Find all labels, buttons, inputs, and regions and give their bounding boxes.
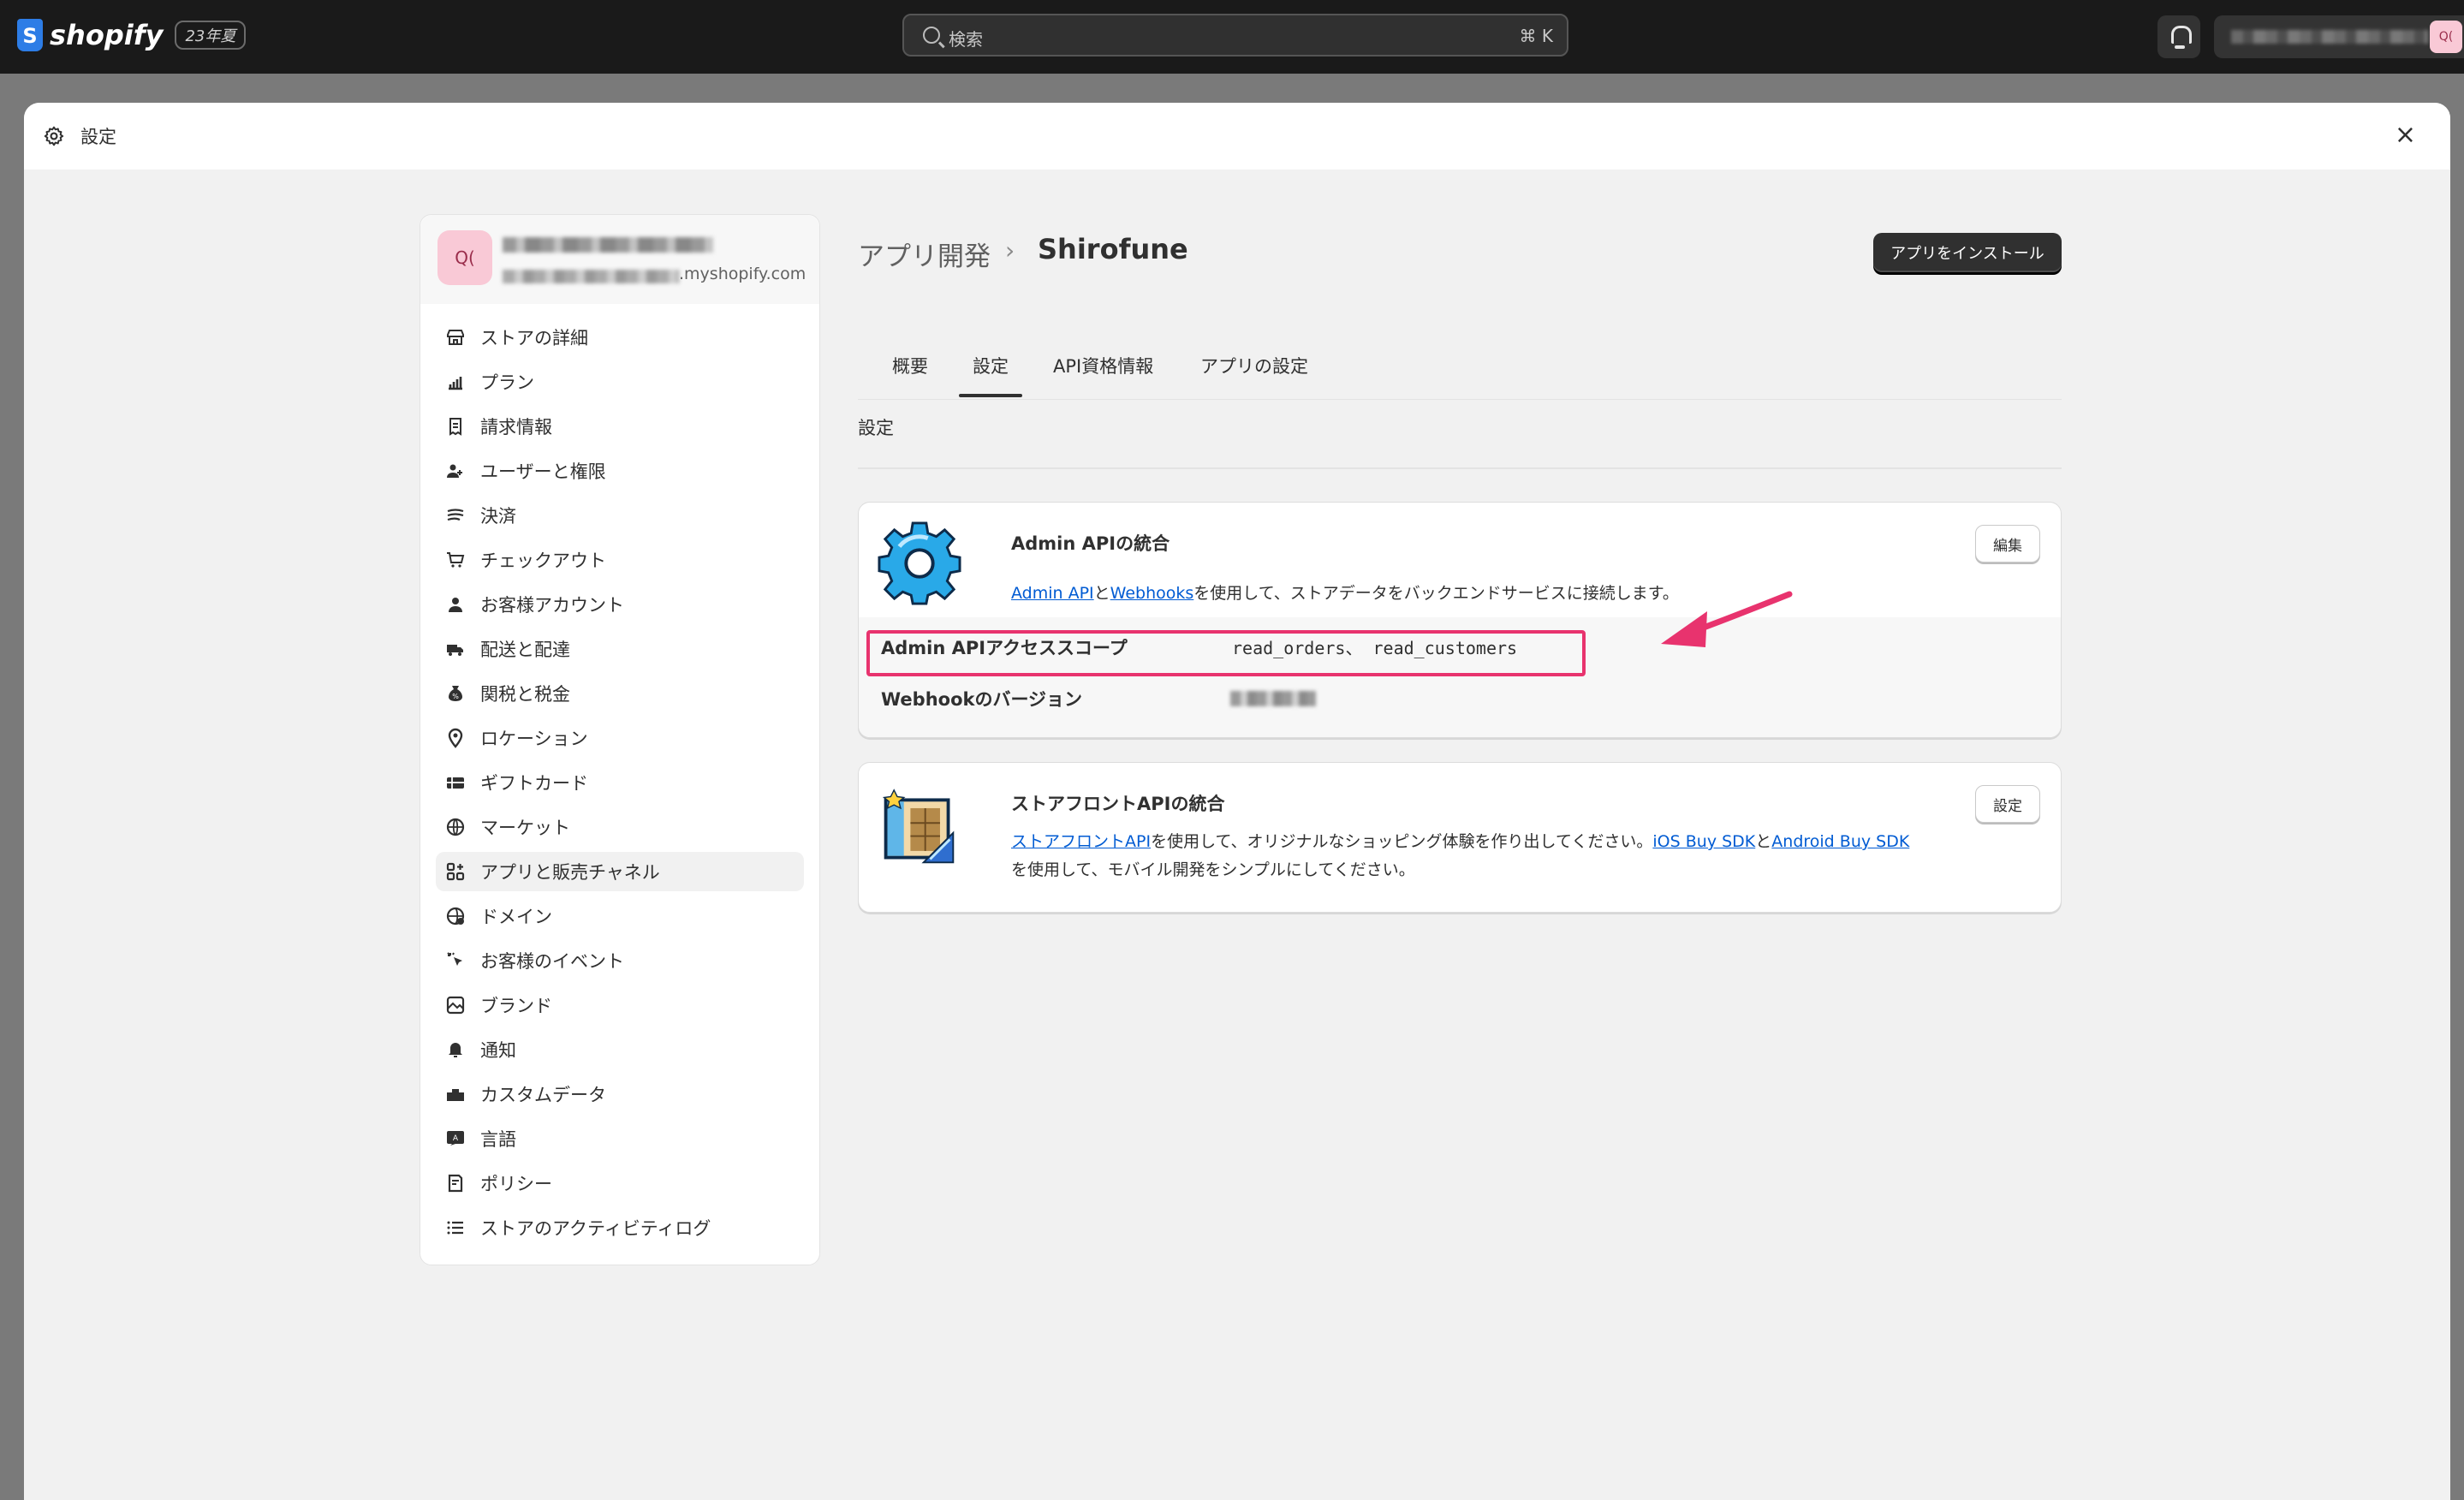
desc-connector: と — [1093, 584, 1110, 603]
storefront-api-card: ストアフロントAPIの統合 ストアフロントAPIを使用して、オリジナルなショッピ… — [858, 762, 2062, 913]
account-menu[interactable]: Q( — [2214, 15, 2464, 58]
search-icon — [923, 27, 940, 44]
configure-button[interactable]: 設定 — [1975, 785, 2040, 823]
edition-badge[interactable]: 23年夏 — [175, 21, 247, 50]
storefront-api-description: ストアフロントAPIを使用して、オリジナルなショッピング体験を作り出してください… — [1011, 828, 1919, 884]
tab-api-credentials[interactable]: API資格情報 — [1053, 353, 1153, 378]
search-bar[interactable]: 検索 ⌘ K — [902, 14, 1568, 57]
storefront-api-link[interactable]: ストアフロントAPI — [1011, 832, 1151, 851]
admin-api-title: Admin APIの統合 — [1011, 533, 1170, 554]
bell-icon — [2171, 26, 2192, 44]
tab-app-settings[interactable]: アプリの設定 — [1200, 353, 1308, 378]
webhook-version-redacted — [1230, 691, 1316, 706]
shopify-logo[interactable]: S shopify 23年夏 — [17, 19, 247, 51]
admin-api-card: Admin APIの統合 Admin APIとWebhooksを使用して、ストア… — [858, 502, 2062, 738]
tab-overview[interactable]: 概要 — [892, 353, 928, 378]
section-title: 設定 — [858, 418, 894, 438]
notifications-button[interactable] — [2157, 15, 2200, 58]
install-app-button[interactable]: アプリをインストール — [1873, 233, 2062, 272]
breadcrumb-separator: › — [1005, 236, 1015, 265]
desc-part1: を使用して、オリジナルなショッピング体験を作り出してください。 — [1151, 832, 1653, 851]
search-placeholder: 検索 — [949, 29, 983, 50]
account-name-redacted — [2231, 30, 2428, 44]
brand-name: shopify — [50, 19, 164, 51]
edit-button[interactable]: 編集 — [1975, 525, 2040, 562]
annotation-arrow-icon — [1661, 591, 1793, 647]
tab-bar: 概要 設定 API資格情報 アプリの設定 — [858, 330, 2062, 400]
logo-initial: S — [22, 24, 38, 48]
admin-api-link[interactable]: Admin API — [1011, 584, 1094, 603]
account-avatar: Q( — [2430, 21, 2462, 53]
desc-connector2: と — [1755, 832, 1772, 851]
ios-sdk-link[interactable]: iOS Buy SDK — [1652, 832, 1755, 851]
android-sdk-link[interactable]: Android Buy SDK — [1771, 832, 1909, 851]
settings-modal: 設定 × Q( .myshopify.com ストアの詳細 プラン 請求情報 ユーザー… — [24, 103, 2450, 1500]
storefront-icon — [882, 789, 955, 864]
top-bar: S shopify 23年夏 検索 ⌘ K Q( — [0, 0, 2464, 74]
section-divider — [858, 467, 2062, 469]
shopify-bag-icon: S — [17, 19, 43, 51]
page-title: Shirofune — [1038, 233, 1188, 265]
tab-settings[interactable]: 設定 — [959, 353, 1022, 397]
desc-part2: を使用して、モバイル開発をシンプルにしてください。 — [1011, 860, 1415, 879]
admin-api-gear-icon — [878, 521, 961, 605]
bell-icon-clapper — [2175, 45, 2185, 49]
scope-highlight-box — [866, 630, 1586, 676]
webhook-version-label: Webhookのバージョン — [881, 689, 1083, 710]
storefront-api-title: ストアフロントAPIの統合 — [1011, 794, 1225, 814]
webhooks-link[interactable]: Webhooks — [1110, 584, 1194, 603]
main-content: アプリ開発 › Shirofune アプリをインストール 概要 設定 API資格… — [24, 103, 2450, 1500]
search-shortcut: ⌘ K — [1519, 26, 1553, 46]
desc-tail: を使用して、ストアデータをバックエンドサービスに接続します。 — [1193, 584, 1679, 603]
breadcrumb-parent[interactable]: アプリ開発 — [858, 235, 991, 273]
